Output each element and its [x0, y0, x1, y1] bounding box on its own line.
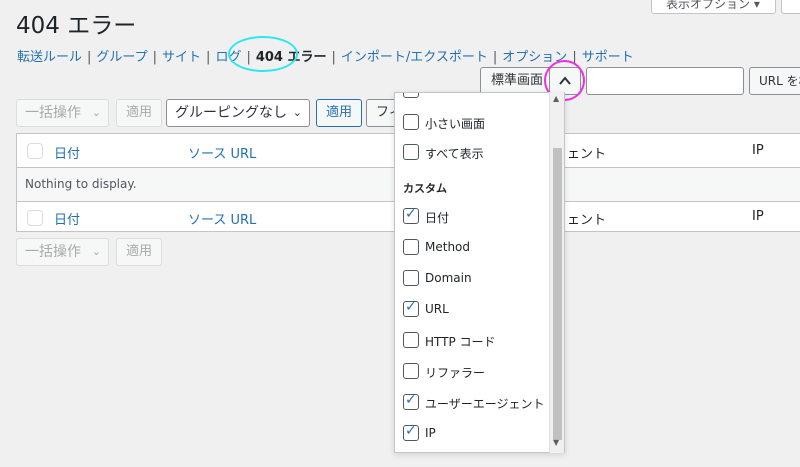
nav-sep: | [492, 50, 498, 65]
nav-sep: | [331, 50, 336, 65]
dropdown-scrollbar[interactable]: ▲ ▼ [549, 92, 564, 453]
column-date[interactable]: 日付 [54, 143, 80, 162]
checkbox[interactable] [403, 332, 419, 348]
column-user-agent-footer: ェント [567, 213, 607, 228]
nav-sites[interactable]: サイト [162, 50, 201, 65]
nav-groups[interactable]: グループ [96, 50, 147, 65]
apply-button-bottom[interactable]: 適用 [116, 238, 163, 266]
apply-button[interactable]: 適用 [116, 99, 163, 127]
bulk-actions-label-bottom: 一括操作 [25, 244, 81, 260]
nav-sep: | [152, 50, 158, 65]
option-label: URL [425, 302, 449, 316]
search-input[interactable] [586, 67, 744, 95]
column-source-url-footer[interactable]: ソース URL [188, 209, 256, 228]
column-user-agent: ェント [567, 147, 607, 162]
checkbox[interactable]: ✓ [403, 392, 419, 410]
checkbox[interactable] [403, 93, 419, 98]
subsub-nav: 転送ルール | グループ | サイト | ログ | 404 エラー | インポート/エクスポート | オ… [17, 46, 634, 65]
check-icon: ✓ [405, 299, 417, 315]
grouping-select[interactable]: グルーピングなし ⌄ [166, 99, 310, 127]
checkbox[interactable] [403, 144, 419, 160]
grouping-label: グルーピングなし [175, 105, 287, 121]
option-label: リファラー [425, 366, 486, 380]
option-label: 日付 [425, 211, 450, 225]
option-label: IP [425, 426, 436, 440]
checkbox[interactable]: ✓ [403, 206, 419, 224]
apply-grouping-button[interactable]: 適用 [316, 99, 363, 127]
checkbox[interactable]: ✓ [403, 299, 419, 317]
scrollbar-thumb[interactable] [553, 148, 562, 440]
nav-import-export[interactable]: インポート/エクスポート [341, 50, 488, 65]
chevron-down-icon: ⌄ [91, 106, 101, 119]
checkbox[interactable] [403, 114, 419, 130]
bulk-actions-label: 一括操作 [25, 105, 81, 121]
option-label: Domain [425, 271, 472, 285]
column-ip: IP [752, 143, 764, 158]
checkbox[interactable] [403, 270, 419, 286]
nav-support[interactable]: サポート [582, 50, 634, 65]
nav-sep: | [206, 50, 211, 65]
display-mode-dropdown: 小さい画面 すべて表示 カスタム ✓ 日付 Method Domain ✓ UR… [394, 92, 565, 453]
screen-options-button[interactable]: 表示オプション ▾ [651, 0, 776, 14]
select-all-checkbox-footer[interactable] [27, 210, 43, 226]
select-all-checkbox[interactable] [27, 143, 43, 159]
scroll-up-icon[interactable]: ▲ [553, 94, 559, 103]
column-date-footer[interactable]: 日付 [54, 209, 80, 228]
nav-redirects[interactable]: 転送ルール [17, 50, 82, 65]
check-icon: ✓ [405, 423, 417, 439]
option-label: 小さい画面 [425, 117, 486, 131]
nav-sep: | [87, 50, 92, 65]
option-label: HTTP コード [425, 335, 496, 349]
bulk-actions-select-bottom[interactable]: 一括操作 ⌄ [16, 238, 109, 266]
bulk-actions-select[interactable]: 一括操作 ⌄ [16, 99, 109, 127]
page-title: 404 エラー [16, 13, 137, 39]
option-label: すべて表示 [425, 147, 484, 161]
option-label: Method [425, 240, 471, 254]
help-button[interactable] [781, 0, 800, 14]
check-icon: ✓ [405, 392, 417, 408]
chevron-down-icon: ⌄ [91, 245, 101, 258]
column-ip-footer: IP [752, 209, 764, 224]
column-source-url[interactable]: ソース URL [188, 143, 256, 162]
highlight-circle-cyan [228, 36, 298, 72]
checkbox[interactable] [403, 363, 419, 379]
empty-message: Nothing to display. [25, 177, 137, 191]
custom-heading: カスタム [403, 182, 447, 195]
checkbox[interactable]: ✓ [403, 423, 419, 441]
checkbox[interactable] [403, 239, 419, 255]
option-label: ユーザーエージェント [425, 397, 545, 411]
scroll-down-icon[interactable]: ▼ [553, 438, 559, 447]
check-icon: ✓ [405, 206, 417, 222]
search-url-button[interactable]: URL を検 [749, 67, 800, 95]
chevron-down-icon: ⌄ [292, 106, 302, 119]
display-mode-button[interactable]: 標準画面 [480, 67, 555, 95]
